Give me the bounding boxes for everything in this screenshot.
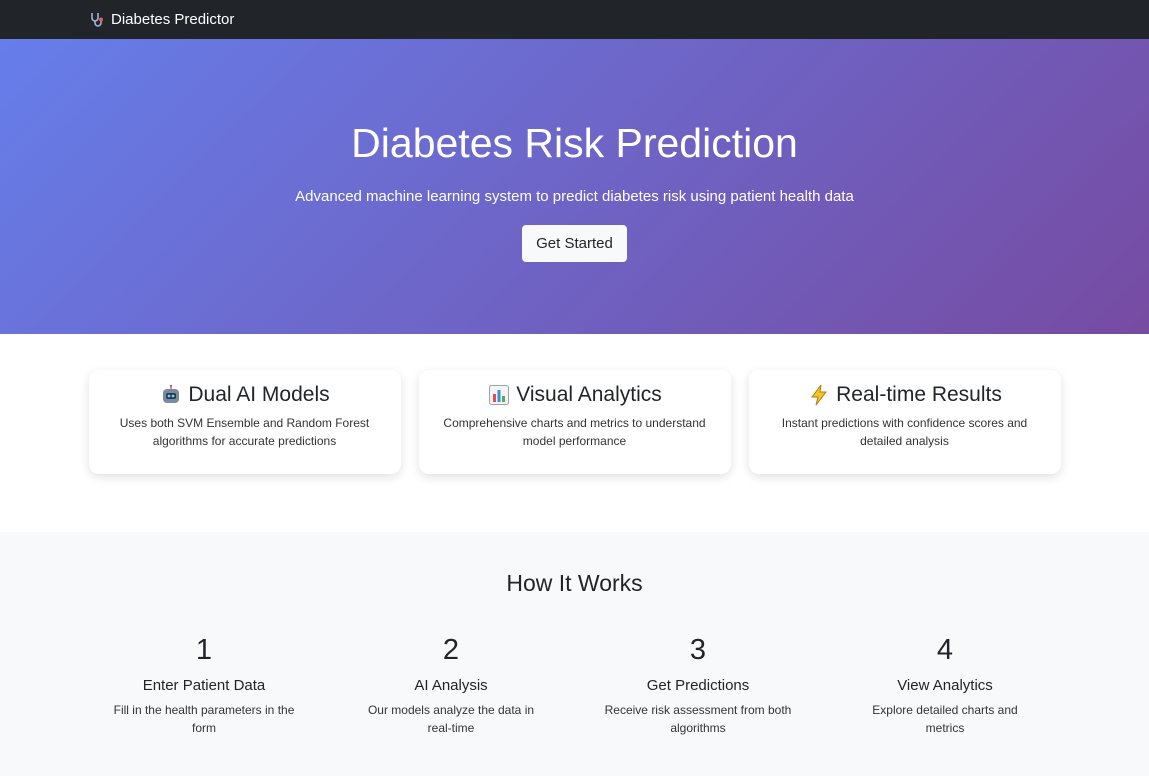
step-title: Enter Patient Data: [142, 676, 266, 694]
step-text: Explore detailed charts and metrics: [872, 702, 1018, 735]
navbar: Diabetes Predictor: [0, 0, 1149, 39]
bar-chart-icon: [487, 384, 510, 407]
step-item: 3 Get Predictions Receive risk assessmen…: [575, 633, 822, 737]
steps-list: 1 Enter Patient Data Fill in the health …: [0, 633, 1149, 737]
lightning-icon: [807, 384, 830, 407]
feature-card-title: Visual Analytics: [419, 383, 731, 407]
step-title: Get Predictions: [646, 676, 750, 694]
robot-icon: [159, 384, 182, 407]
get-started-button[interactable]: Get Started: [522, 225, 627, 263]
feature-card-dual-ai: Dual AI Models Uses both SVM Ensemble an…: [88, 370, 401, 474]
step-item: 1 Enter Patient Data Fill in the health …: [81, 633, 328, 737]
step-text: Our models analyze the data in real-time: [367, 702, 535, 735]
feature-card-text: Instant predictions with confidence scor…: [781, 416, 1028, 448]
stethoscope-icon: [88, 11, 106, 29]
hero-section: Diabetes Risk Prediction Advanced machin…: [0, 39, 1149, 334]
feature-card-text: Uses both SVM Ensemble and Random Forest…: [119, 416, 370, 448]
step-title: View Analytics: [897, 676, 993, 694]
features-section: Dual AI Models Uses both SVM Ensemble an…: [0, 334, 1149, 532]
step-item: 4 View Analytics Explore detailed charts…: [822, 633, 1069, 737]
navbar-brand[interactable]: Diabetes Predictor: [88, 11, 234, 29]
how-it-works-title: How It Works: [506, 570, 643, 596]
hero-subtitle: Advanced machine learning system to pred…: [295, 188, 854, 206]
step-number: 1: [195, 634, 213, 666]
step-text: Fill in the health parameters in the for…: [113, 702, 295, 735]
brand-label: Diabetes Predictor: [111, 11, 235, 28]
feature-card-real-time: Real-time Results Instant predictions wi…: [748, 370, 1061, 474]
feature-card-text: Comprehensive charts and metrics to unde…: [443, 416, 706, 448]
step-number: 3: [689, 634, 707, 666]
step-number: 2: [442, 634, 460, 666]
step-title: AI Analysis: [414, 676, 488, 694]
feature-card-title: Dual AI Models: [89, 383, 401, 407]
how-it-works-section: How It Works 1 Enter Patient Data Fill i…: [0, 532, 1149, 776]
hero-title: Diabetes Risk Prediction: [351, 120, 798, 166]
feature-card-title: Real-time Results: [749, 383, 1061, 407]
step-text: Receive risk assessment from both algori…: [604, 702, 792, 735]
feature-card-visual-analytics: Visual Analytics Comprehensive charts an…: [418, 370, 731, 474]
step-number: 4: [936, 634, 954, 666]
step-item: 2 AI Analysis Our models analyze the dat…: [328, 633, 575, 737]
